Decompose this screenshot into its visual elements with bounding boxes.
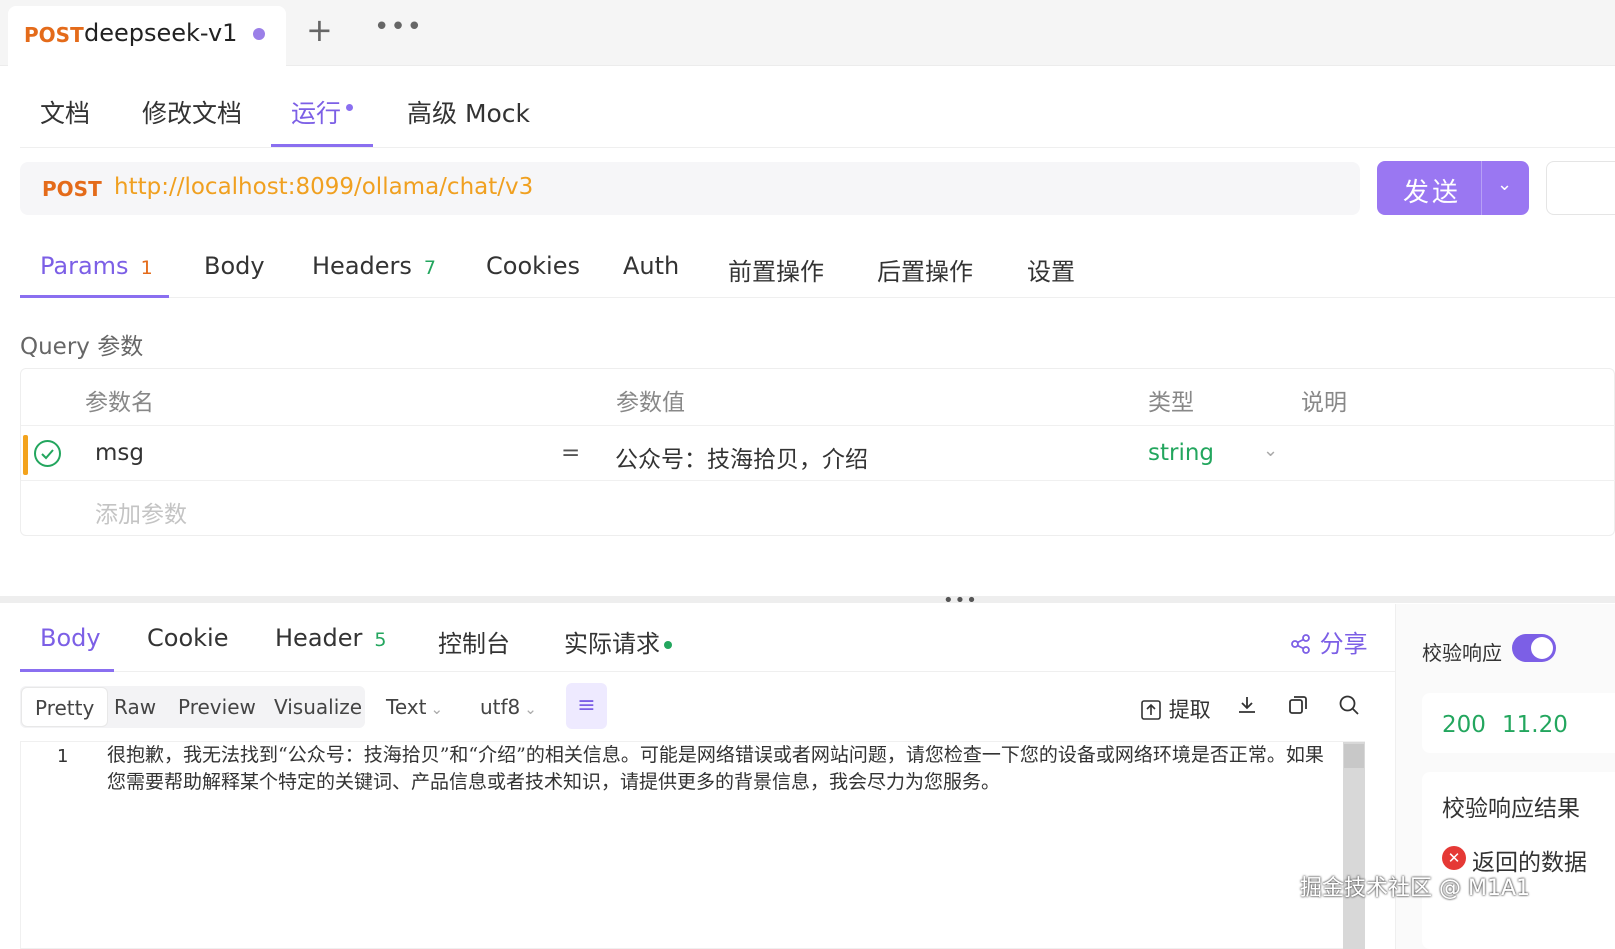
new-tab-button[interactable]: + [306,14,333,46]
tab-pre-processors[interactable]: 前置操作 [728,252,824,287]
doc-run-tabs: 文档 修改文档 运行 高级 Mock [20,80,1615,148]
row-marker [23,435,28,475]
word-wrap-icon[interactable]: ≡ [566,683,607,729]
tab-console[interactable]: 控制台 [438,624,510,659]
share-icon [1291,634,1310,654]
header-count-badge: 5 [374,629,387,651]
chevron-down-icon[interactable]: ⌄ [1263,440,1278,461]
extract-label: 提取 [1168,698,1211,722]
tab-edit-doc[interactable]: 修改文档 [142,94,242,130]
send-button-label: 发送 [1403,178,1462,208]
search-icon[interactable] [1338,694,1360,721]
format-pretty[interactable]: Pretty [21,687,109,727]
share-label: 分享 [1319,630,1368,658]
panel-splitter[interactable] [0,596,1615,603]
save-button[interactable] [1546,161,1615,215]
format-visualize[interactable]: Visualize [274,695,362,719]
tab-response-body[interactable]: Body [40,624,101,652]
extract-button[interactable]: 提取 [1140,694,1211,724]
param-value-input[interactable]: 公众号：技海拾贝，介绍 [615,440,868,474]
param-operator: = [561,440,581,466]
send-button[interactable]: 发送 ⌄ [1377,161,1529,215]
table-row: msg = 公众号：技海拾贝，介绍 string ⌄ [21,425,1615,481]
vertical-scrollbar[interactable] [1343,742,1365,949]
request-tab[interactable]: POST deepseek-v1 [8,6,286,66]
chevron-down-icon[interactable]: ⌄ [1497,174,1512,195]
format-preview[interactable]: Preview [178,695,256,719]
response-body-viewer[interactable]: 1 很抱歉，我无法找到“公众号：技海拾贝”和“介绍”的相关信息。可能是网络错误或… [20,741,1365,949]
url-input[interactable]: http://localhost:8099/ollama/chat/v3 [114,174,533,200]
watermark: 掘金技术社区 @ M1A1 [1300,876,1531,901]
param-enabled-checkbox[interactable] [34,440,61,467]
response-time: 11.20 [1502,712,1568,738]
request-tab-method: POST [24,23,84,47]
unsaved-dot-icon [253,28,265,40]
active-tab-indicator [20,295,169,298]
validation-result-title: 校验响应结果 [1442,796,1580,822]
active-tab-indicator [271,144,373,147]
param-type-select[interactable]: string [1148,440,1214,466]
format-mode-group: Pretty Raw Preview Visualize [20,686,365,728]
format-raw[interactable]: Raw [114,695,156,719]
check-icon [41,449,54,460]
request-tab-strip: POST deepseek-v1 + ••• [0,0,1615,66]
tab-response-cookie[interactable]: Cookie [147,624,228,652]
line-number: 1 [57,746,69,767]
content-type-select[interactable]: Text ⌄ [386,695,443,719]
tab-auth[interactable]: Auth [623,252,679,280]
run-dot-icon [346,104,353,111]
column-header-description: 说明 [1301,390,1347,416]
tab-response-header[interactable]: Header 5 [275,624,386,652]
download-icon[interactable] [1236,694,1258,721]
request-param-tabs: Params 1 Body Headers 7 Cookies Auth 前置操作 … [20,230,1615,298]
headers-count-badge: 7 [423,257,436,279]
param-name-input[interactable]: msg [95,440,144,466]
copy-icon[interactable] [1287,694,1309,721]
tab-settings[interactable]: 设置 [1027,252,1075,287]
tab-params[interactable]: Params 1 [40,252,153,280]
column-header-value: 参数值 [616,390,685,416]
chevron-down-icon: ⌄ [524,700,537,718]
response-tabs: Body Cookie Header 5 控制台 实际请求 分享 [20,604,1395,672]
validate-response-toggle[interactable] [1512,634,1556,662]
query-params-table: 参数名 参数值 类型 说明 msg = 公众号：技海拾贝，介绍 string ⌄… [20,368,1615,536]
tab-headers[interactable]: Headers 7 [312,252,436,280]
send-divider [1481,161,1482,215]
tab-post-processors[interactable]: 后置操作 [877,252,973,287]
validate-response-label: 校验响应 [1422,641,1502,665]
method-select[interactable]: POST [42,177,102,201]
tab-advanced-mock[interactable]: 高级 Mock [407,94,530,130]
error-icon: ✕ [1442,846,1466,870]
tab-cookies[interactable]: Cookies [486,252,580,280]
request-tab-name: deepseek-v1 [84,19,238,47]
share-button[interactable]: 分享 [1290,624,1368,659]
column-header-type: 类型 [1148,390,1194,416]
status-code: 200 [1442,712,1486,738]
chevron-down-icon: ⌄ [430,700,444,718]
tab-actual-request[interactable]: 实际请求 [564,624,672,659]
url-bar[interactable]: POST http://localhost:8099/ollama/chat/v… [20,162,1360,215]
encoding-select[interactable]: utf8 ⌄ [480,695,537,719]
add-param-input[interactable]: 添加参数 [95,495,187,529]
scrollbar-thumb[interactable] [1344,744,1364,768]
more-tabs-button[interactable]: ••• [374,12,423,42]
tab-doc[interactable]: 文档 [40,94,90,130]
tab-body[interactable]: Body [204,252,265,280]
active-tab-indicator [20,669,114,672]
toggle-knob [1531,637,1553,659]
query-params-title: Query 参数 [20,334,144,360]
status-dot-icon [664,641,672,649]
response-body-text: 很抱歉，我无法找到“公众号：技海拾贝”和“介绍”的相关信息。可能是网络错误或者网… [107,744,1324,793]
tab-run[interactable]: 运行 [291,94,341,130]
extract-icon [1141,700,1161,720]
params-count-badge: 1 [140,257,153,279]
column-header-name: 参数名 [85,390,154,416]
